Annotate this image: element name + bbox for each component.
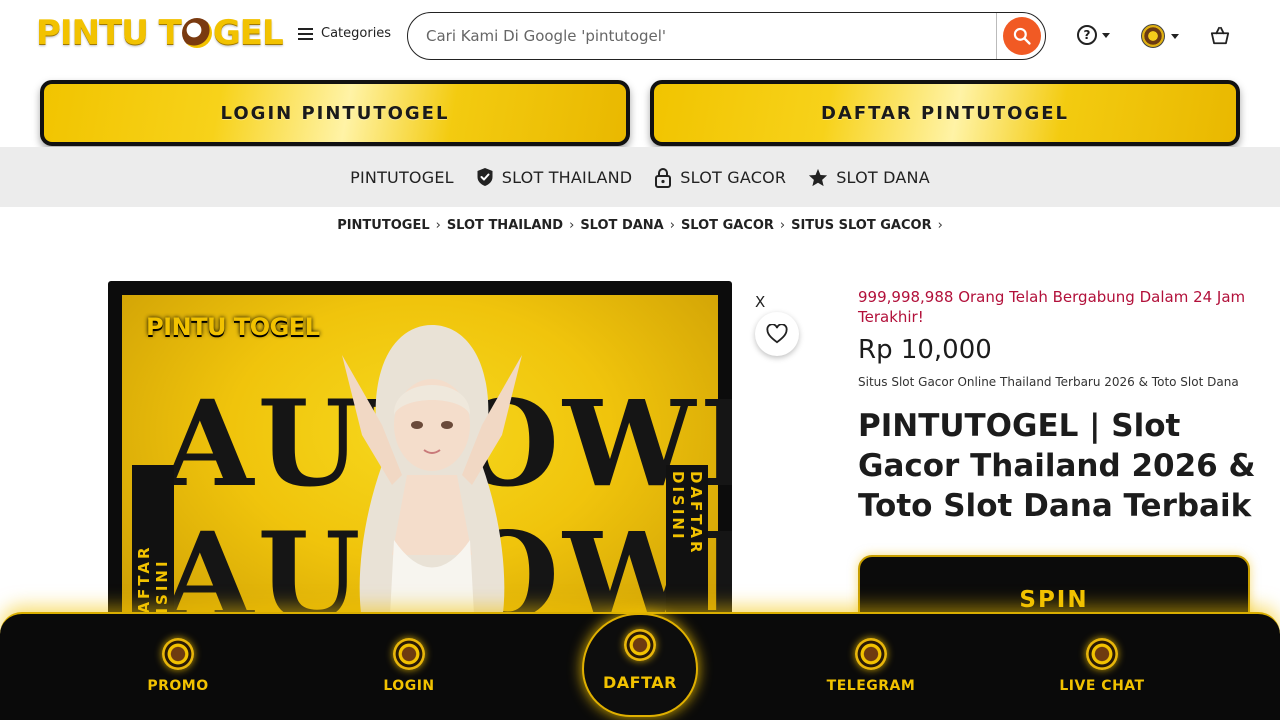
lock-icon bbox=[655, 167, 672, 188]
product-image-side-text-right: DAFTAR DISINI bbox=[666, 465, 708, 621]
flag-icon bbox=[1141, 24, 1165, 48]
page: PINTU T GEL Categories ? LOGIN PINTUTOGEL bbox=[0, 0, 1280, 720]
bottom-nav: PROMO LOGIN DAFTAR TELEGRAM LIVE CHAT bbox=[0, 612, 1280, 720]
bottom-nav-label: DAFTAR bbox=[603, 673, 677, 692]
coin-icon bbox=[855, 638, 887, 670]
search-input[interactable] bbox=[426, 27, 986, 45]
login-big-button[interactable]: LOGIN PINTUTOGEL bbox=[40, 80, 630, 146]
nav-item-pintutogel[interactable]: PINTUTOGEL bbox=[350, 168, 454, 187]
chevron-right-icon: › bbox=[779, 218, 786, 233]
chevron-down-icon bbox=[1171, 33, 1179, 39]
help-dropdown[interactable]: ? bbox=[1077, 25, 1110, 45]
close-button[interactable]: X bbox=[755, 293, 765, 311]
nav-item-label: SLOT GACOR bbox=[680, 167, 787, 187]
logo-coin-icon bbox=[181, 18, 212, 48]
chevron-right-icon: › bbox=[669, 218, 675, 233]
coin-icon bbox=[1086, 638, 1118, 670]
header: PINTU T GEL Categories ? bbox=[0, 0, 1280, 72]
bottom-nav-login[interactable]: LOGIN bbox=[339, 638, 479, 694]
logo-text-right: GEL bbox=[212, 13, 284, 53]
bottom-nav-telegram[interactable]: TELEGRAM bbox=[801, 638, 941, 694]
chevron-down-icon bbox=[1102, 32, 1110, 38]
nav-item-label: PINTUTOGEL bbox=[350, 167, 454, 187]
bottom-nav-promo[interactable]: PROMO bbox=[108, 638, 248, 694]
search-button[interactable] bbox=[1003, 17, 1041, 55]
bottom-nav-label: TELEGRAM bbox=[826, 678, 916, 694]
chevron-right-icon: › bbox=[435, 218, 441, 233]
breadcrumb-link[interactable]: SLOT GACOR bbox=[681, 218, 774, 233]
breadcrumb-link[interactable]: SITUS SLOT GACOR bbox=[791, 218, 931, 233]
daftar-bubble: DAFTAR bbox=[582, 613, 698, 717]
nav-item-label: SLOT THAILAND bbox=[501, 167, 633, 187]
coin-icon bbox=[162, 638, 194, 670]
joined-notice: 999,998,988 Orang Telah Bergabung Dalam … bbox=[858, 288, 1246, 326]
shield-check-icon bbox=[477, 168, 493, 186]
product-image[interactable]: PINTU TOGEL AUTOWIN AUTOWIN DAFTAR DISIN… bbox=[108, 281, 732, 621]
login-big-label: LOGIN PINTUTOGEL bbox=[44, 84, 626, 142]
breadcrumb-link[interactable]: SLOT DANA bbox=[580, 218, 663, 233]
bottom-nav-daftar[interactable]: DAFTAR bbox=[570, 613, 710, 717]
breadcrumb-link[interactable]: SLOT THAILAND bbox=[447, 218, 563, 233]
search-divider bbox=[996, 13, 997, 59]
language-dropdown[interactable] bbox=[1141, 24, 1179, 48]
daftar-big-label: DAFTAR PINTUTOGEL bbox=[654, 84, 1236, 142]
logo-text-left: PINTU T bbox=[36, 13, 182, 53]
search-icon bbox=[1013, 27, 1031, 45]
product-image-figure bbox=[342, 325, 522, 621]
chevron-right-icon: › bbox=[569, 218, 575, 233]
site-logo[interactable]: PINTU T GEL bbox=[36, 12, 284, 54]
coin-icon bbox=[393, 638, 425, 670]
bottom-nav-livechat[interactable]: LIVE CHAT bbox=[1032, 638, 1172, 694]
product-subtitle: Situs Slot Gacor Online Thailand Terbaru… bbox=[858, 375, 1239, 389]
breadcrumb: PINTUTOGEL › SLOT THAILAND › SLOT DANA › SL… bbox=[0, 218, 1280, 233]
nav-item-label: SLOT DANA bbox=[836, 167, 930, 187]
breadcrumb-link[interactable]: PINTUTOGEL bbox=[337, 218, 429, 233]
product-image-panel: PINTU TOGEL AUTOWIN AUTOWIN DAFTAR DISIN… bbox=[122, 295, 732, 621]
daftar-big-button[interactable]: DAFTAR PINTUTOGEL bbox=[650, 80, 1240, 146]
menu-icon bbox=[298, 27, 313, 40]
heart-icon bbox=[766, 324, 788, 344]
search-bar bbox=[407, 12, 1046, 60]
nav-item-slot-dana[interactable]: SLOT DANA bbox=[808, 168, 930, 187]
category-nav: PINTUTOGEL SLOT THAILAND SLOT GACOR SLOT… bbox=[0, 147, 1280, 207]
wishlist-button[interactable] bbox=[755, 312, 799, 356]
chevron-right-icon: › bbox=[937, 218, 943, 233]
coin-icon bbox=[624, 629, 656, 661]
bottom-nav-label: PROMO bbox=[147, 678, 209, 694]
product-image-logo: PINTU TOGEL bbox=[146, 313, 320, 341]
star-icon bbox=[809, 168, 828, 186]
categories-label: Categories bbox=[321, 26, 392, 41]
nav-item-slot-thailand[interactable]: SLOT THAILAND bbox=[476, 167, 633, 187]
cart-button[interactable] bbox=[1209, 26, 1231, 50]
product-image-side-text-left: DAFTAR DISINI bbox=[132, 465, 174, 621]
shopping-bag-icon bbox=[1210, 26, 1230, 45]
nav-item-slot-gacor[interactable]: SLOT GACOR bbox=[654, 167, 786, 188]
product-price: Rp 10,000 bbox=[858, 335, 992, 365]
categories-button[interactable]: Categories bbox=[298, 26, 391, 41]
bottom-nav-label: LIVE CHAT bbox=[1059, 678, 1145, 694]
bottom-nav-label: LOGIN bbox=[383, 678, 435, 694]
product-title: PINTUTOGEL | Slot Gacor Thailand 2026 & … bbox=[858, 408, 1256, 524]
help-icon: ? bbox=[1077, 25, 1097, 45]
